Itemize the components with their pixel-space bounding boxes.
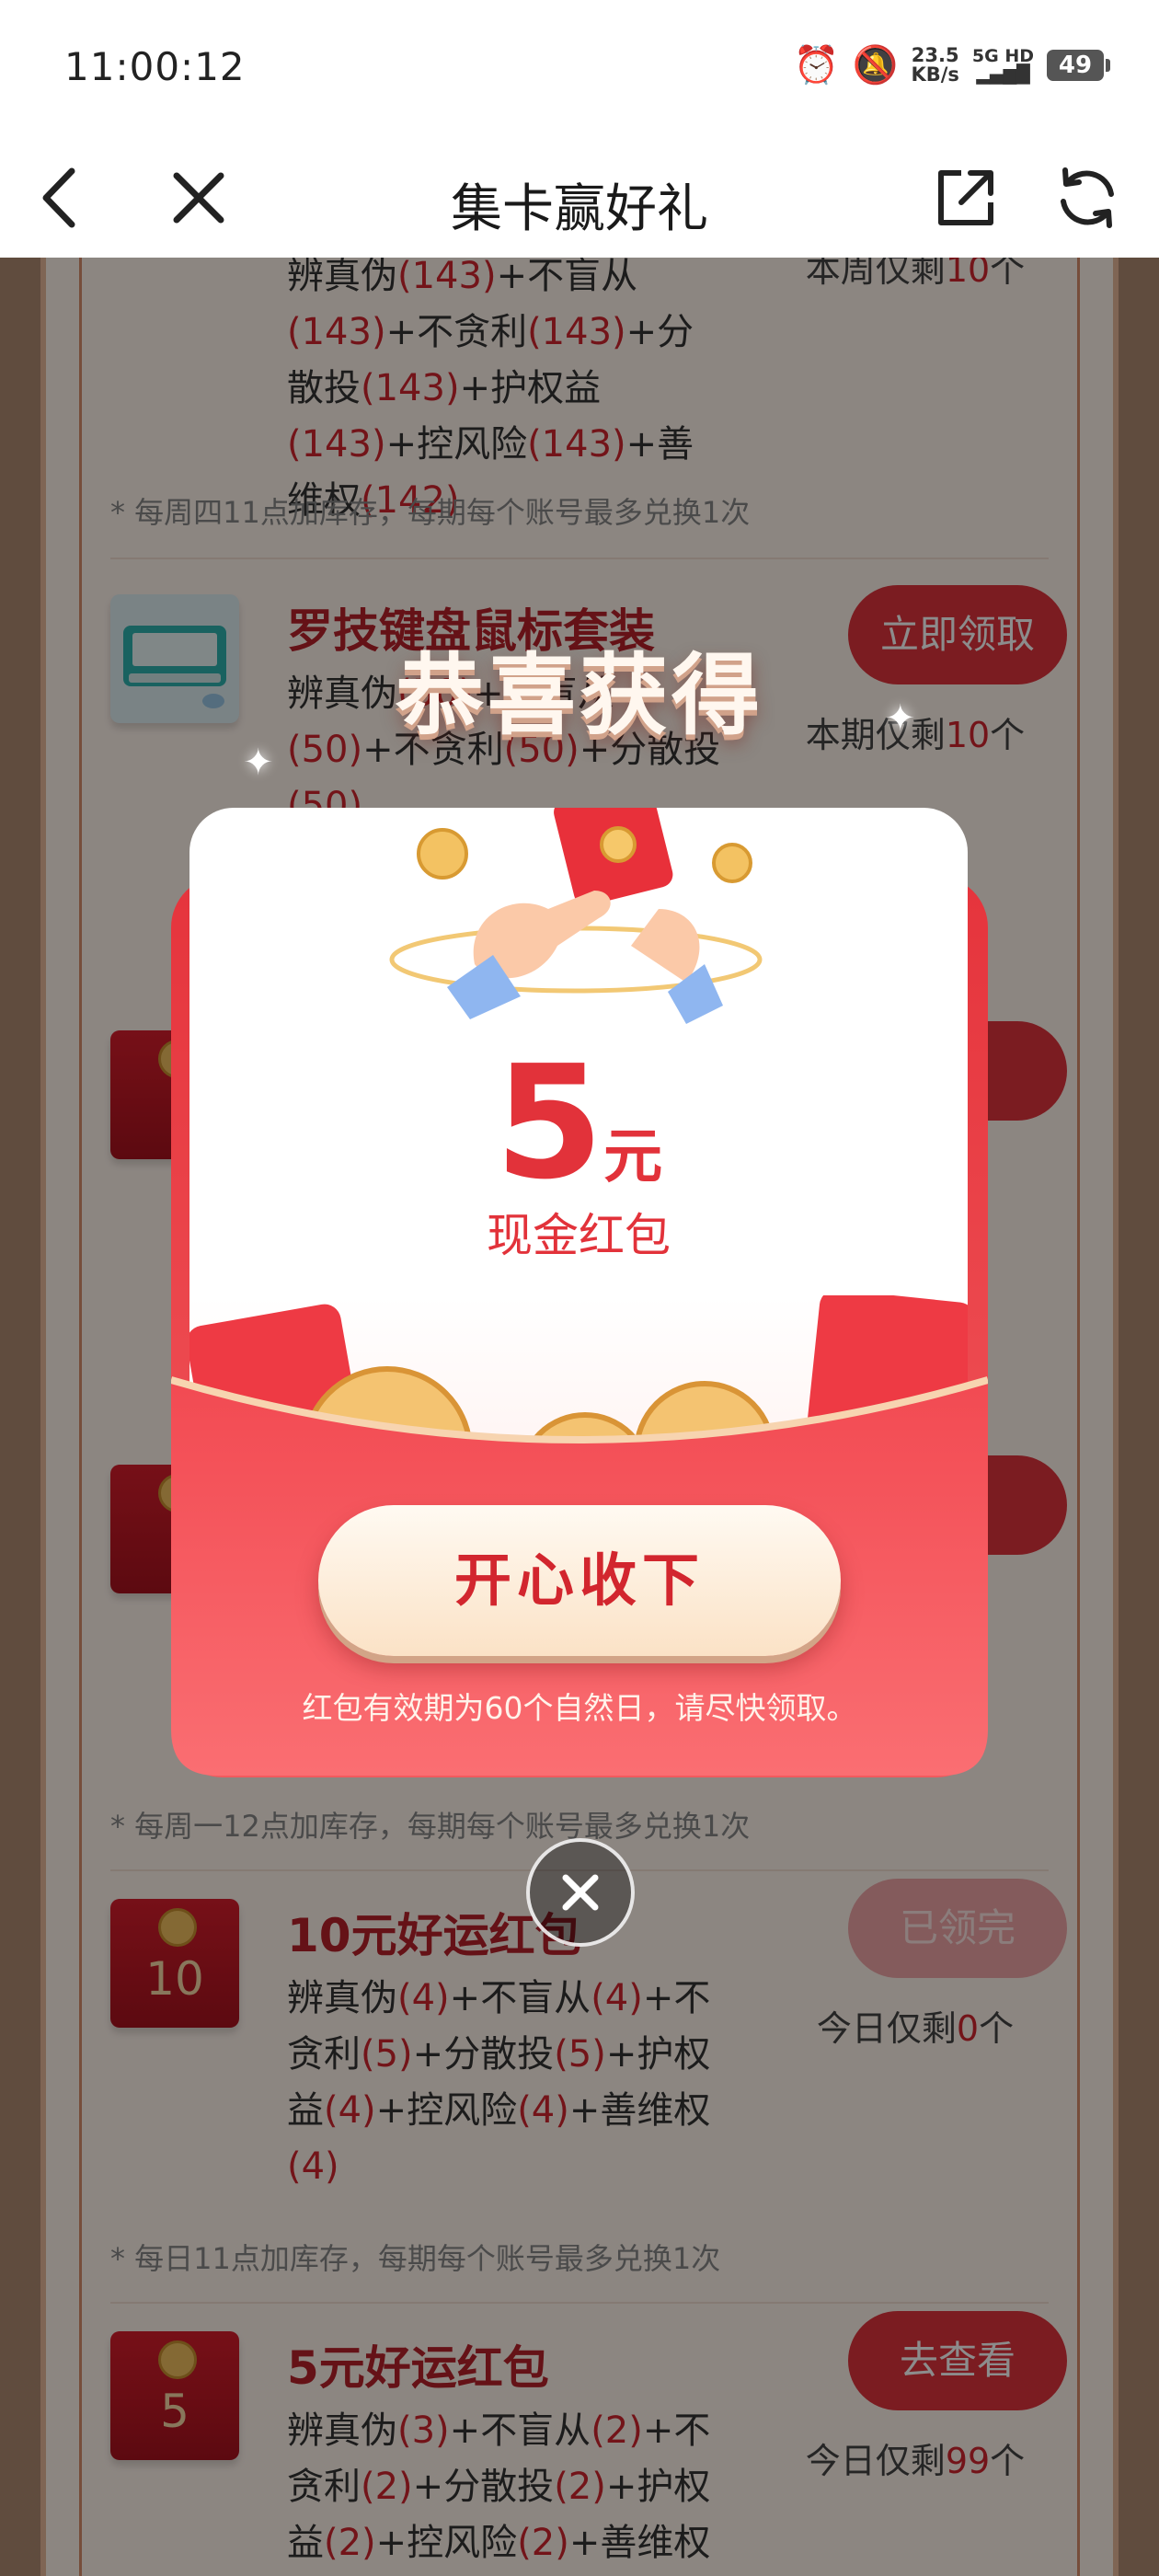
popup-title: 恭喜获得 bbox=[396, 644, 763, 747]
sparkle-icon: ✦ bbox=[243, 742, 274, 784]
popup-close-button[interactable] bbox=[526, 1838, 635, 1947]
refresh-icon bbox=[1061, 167, 1114, 228]
battery-icon: 49 bbox=[1047, 50, 1110, 81]
network-speed: 23.5 KB/s bbox=[911, 46, 958, 85]
status-bar: 11:00:12 ⏰ 🔕 23.5 KB/s 5G HD ▂▄▆█ 49 bbox=[0, 0, 1159, 138]
speed-unit: KB/s bbox=[911, 63, 959, 86]
speed-value: 23.5 bbox=[911, 44, 959, 66]
nav-bar: 集卡赢好礼 bbox=[0, 138, 1159, 258]
network-indicator: 5G HD ▂▄▆█ bbox=[972, 47, 1034, 84]
validity-notice: 红包有效期为60个自然日，请尽快领取。 bbox=[302, 1690, 857, 1726]
status-time: 11:00:12 bbox=[64, 44, 246, 89]
signal-icon: ▂▄▆█ bbox=[976, 64, 1030, 85]
notifications-off-icon: 🔕 bbox=[852, 44, 899, 86]
amount-value: 5 bbox=[494, 1032, 604, 1214]
close-icon bbox=[562, 1874, 599, 1911]
amount-unit: 元 bbox=[603, 1123, 663, 1191]
reward-type-label: 现金红包 bbox=[487, 1209, 671, 1262]
sparkle-icon: ✦ bbox=[885, 697, 916, 740]
status-icons: ⏰ 🔕 23.5 KB/s 5G HD ▂▄▆█ 49 bbox=[793, 44, 1110, 86]
accept-button[interactable]: 开心收下 bbox=[318, 1505, 841, 1656]
share-button[interactable] bbox=[929, 161, 1003, 235]
alarm-icon: ⏰ bbox=[793, 44, 840, 86]
refresh-button[interactable] bbox=[1050, 161, 1124, 235]
hands-red-envelope-icon bbox=[389, 808, 763, 1024]
network-label: 5G HD bbox=[971, 46, 1034, 66]
reward-amount: 5元 bbox=[189, 1045, 968, 1202]
share-icon bbox=[938, 170, 993, 225]
